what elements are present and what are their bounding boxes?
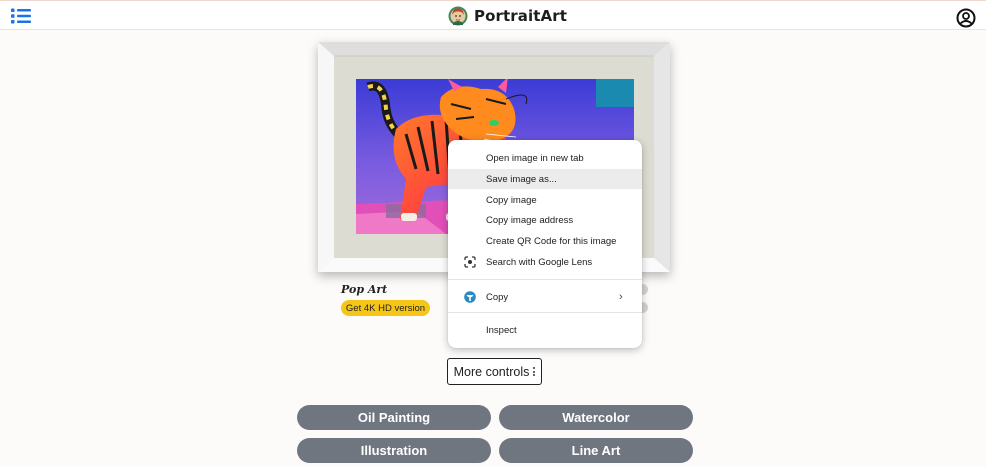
- menu-separator: [448, 312, 642, 313]
- menu-item-search-google-lens[interactable]: Search with Google Lens: [448, 252, 642, 272]
- menu-item-open-image-new-tab[interactable]: Open image in new tab: [448, 148, 642, 168]
- menu-item-copy-image-address[interactable]: Copy image address: [448, 210, 642, 230]
- top-bar: PortraitArt: [0, 0, 986, 30]
- brand-logo[interactable]: PortraitArt: [448, 5, 567, 27]
- portrait-logo-icon: [448, 6, 468, 26]
- menu-item-inspect[interactable]: Inspect: [448, 320, 642, 340]
- google-lens-icon: [464, 256, 476, 268]
- menu-item-save-image-as[interactable]: Save image as...: [448, 169, 642, 189]
- menu-item-copy-submenu[interactable]: Copy ›: [448, 287, 642, 307]
- style-line-art-button[interactable]: Line Art: [499, 438, 693, 463]
- more-controls-button[interactable]: More controls: [447, 358, 542, 385]
- more-controls-label: More controls: [453, 364, 530, 379]
- context-menu: Open image in new tab Save image as... C…: [448, 140, 642, 348]
- list-icon[interactable]: [11, 8, 31, 24]
- artwork-title: Pop Art: [341, 283, 388, 296]
- style-illustration-button[interactable]: Illustration: [297, 438, 491, 463]
- get-hd-version-button[interactable]: Get 4K HD version: [341, 300, 430, 316]
- style-oil-painting-button[interactable]: Oil Painting: [297, 405, 491, 430]
- brand-name: PortraitArt: [474, 7, 567, 25]
- menu-separator: [448, 279, 642, 280]
- menu-item-create-qr-code[interactable]: Create QR Code for this image: [448, 231, 642, 251]
- kebab-icon: [533, 367, 536, 376]
- menu-item-copy-image[interactable]: Copy image: [448, 190, 642, 210]
- copy-extension-icon: [464, 291, 476, 303]
- style-watercolor-button[interactable]: Watercolor: [499, 405, 693, 430]
- chevron-right-icon: ›: [619, 291, 623, 303]
- user-circle-icon[interactable]: [956, 8, 976, 28]
